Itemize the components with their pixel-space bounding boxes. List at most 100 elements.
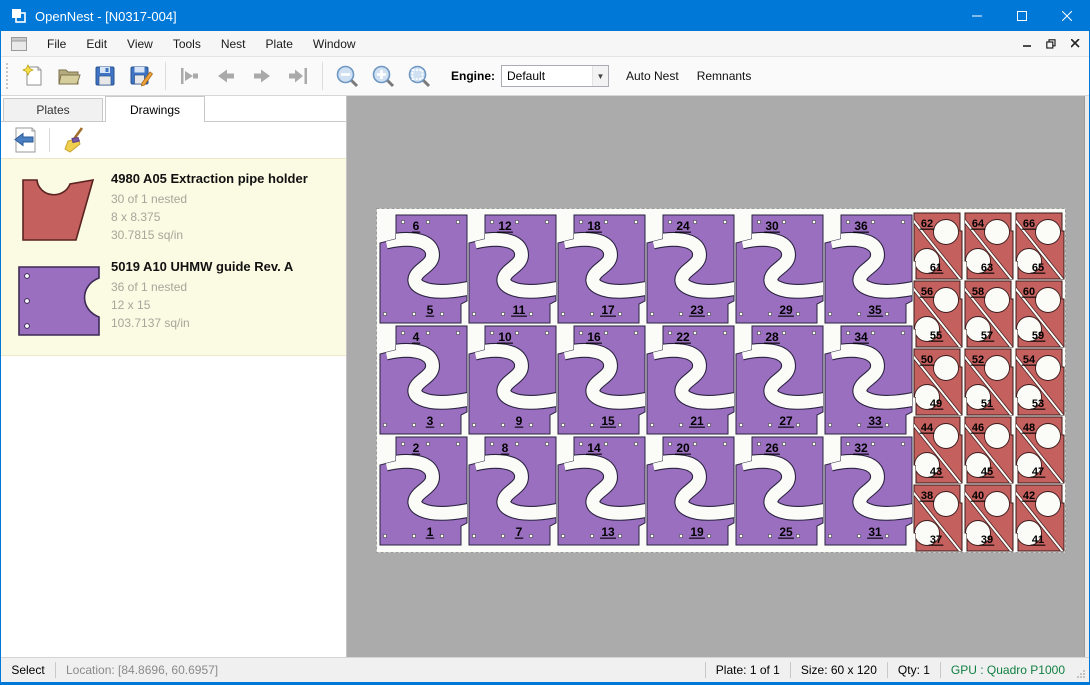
prev-plate-button[interactable]	[208, 60, 244, 92]
nested-part-pair: 5857	[964, 281, 1013, 348]
menu-file[interactable]: File	[37, 31, 76, 56]
status-gpu: GPU : Quadro P1000	[941, 663, 1075, 677]
svg-text:36: 36	[854, 219, 868, 233]
svg-text:40: 40	[972, 490, 984, 502]
svg-text:31: 31	[868, 525, 882, 539]
svg-text:29: 29	[779, 303, 793, 317]
svg-text:56: 56	[921, 286, 933, 298]
open-button[interactable]	[51, 60, 87, 92]
svg-text:26: 26	[765, 441, 779, 455]
app-icon	[11, 8, 27, 24]
svg-text:53: 53	[1032, 398, 1044, 410]
import-drawing-button[interactable]	[9, 125, 41, 155]
menu-edit[interactable]: Edit	[76, 31, 117, 56]
vertical-scrollbar[interactable]	[1084, 96, 1089, 657]
save-as-icon	[129, 64, 153, 88]
svg-text:51: 51	[981, 398, 993, 410]
svg-text:2: 2	[413, 441, 420, 455]
svg-text:18: 18	[587, 219, 601, 233]
drawing-area: 103.7137 sq/in	[111, 314, 340, 332]
drawing-title: 5019 A10 UHMW guide Rev. A	[111, 259, 340, 274]
new-button[interactable]	[15, 60, 51, 92]
tab-drawings[interactable]: Drawings	[105, 96, 205, 122]
nested-part-pair: 52 51	[964, 349, 1013, 416]
resize-grip[interactable]	[1075, 658, 1089, 682]
minimize-button[interactable]	[954, 1, 999, 31]
menu-nest[interactable]: Nest	[211, 31, 256, 56]
broom-icon	[62, 127, 86, 153]
last-plate-button[interactable]	[280, 60, 316, 92]
close-button[interactable]	[1044, 1, 1089, 31]
svg-text:52: 52	[972, 354, 984, 366]
save-as-button[interactable]	[123, 60, 159, 92]
nested-part-pair: 64 63	[964, 213, 1013, 280]
zoom-out-button[interactable]	[329, 60, 365, 92]
import-file-icon	[12, 127, 38, 154]
svg-text:13: 13	[601, 525, 615, 539]
svg-text:16: 16	[587, 330, 601, 344]
svg-text:19: 19	[690, 525, 704, 539]
zoom-fit-icon	[407, 64, 432, 89]
svg-text:48: 48	[1023, 422, 1035, 434]
zoom-fit-button[interactable]	[401, 60, 437, 92]
mdi-restore-button[interactable]	[1041, 35, 1061, 53]
tab-plates[interactable]: Plates	[3, 98, 103, 121]
svg-text:63: 63	[981, 262, 993, 274]
svg-text:55: 55	[930, 330, 942, 342]
nested-part-pair: 5453	[1015, 349, 1064, 416]
svg-text:65: 65	[1032, 262, 1044, 274]
menu-window[interactable]: Window	[303, 31, 366, 56]
zoom-in-button[interactable]	[365, 60, 401, 92]
svg-text:46: 46	[972, 422, 984, 434]
svg-text:45: 45	[981, 466, 993, 478]
nested-part-pair: 48 47	[1015, 417, 1064, 484]
last-arrow-icon	[286, 64, 310, 88]
next-plate-button[interactable]	[244, 60, 280, 92]
svg-text:4: 4	[413, 330, 420, 344]
status-plate: Plate: 1 of 1	[706, 663, 790, 677]
maximize-button[interactable]	[999, 1, 1044, 31]
drawing-size: 8 x 8.375	[111, 208, 340, 226]
svg-text:47: 47	[1032, 466, 1044, 478]
chevron-down-icon[interactable]: ▼	[592, 66, 608, 86]
nested-part-pair: 40 39	[964, 485, 1013, 552]
menu-plate[interactable]: Plate	[256, 31, 303, 56]
svg-text:64: 64	[972, 218, 985, 230]
svg-text:10: 10	[498, 330, 512, 344]
menu-view[interactable]: View	[117, 31, 163, 56]
drawing-nested-count: 36 of 1 nested	[111, 278, 340, 296]
menu-tools[interactable]: Tools	[163, 31, 211, 56]
document-system-icon[interactable]	[11, 37, 27, 51]
nesting-canvas[interactable]: 6512111817242330293635431091615222128273…	[347, 96, 1089, 657]
drawing-thumbnail-red	[11, 171, 107, 245]
drawing-title: 4980 A05 Extraction pipe holder	[111, 171, 340, 186]
nested-part-pair: 5049	[913, 349, 962, 416]
clear-drawings-button[interactable]	[58, 125, 90, 155]
svg-text:39: 39	[981, 534, 993, 546]
drawing-list: 4980 A05 Extraction pipe holder 30 of 1 …	[1, 158, 346, 356]
svg-text:25: 25	[779, 525, 793, 539]
nested-part-pair: 56 55	[913, 281, 962, 348]
nesting-plate[interactable]: 6512111817242330293635431091615222128273…	[376, 208, 1066, 553]
list-item[interactable]: 4980 A05 Extraction pipe holder 30 of 1 …	[1, 165, 346, 253]
svg-text:50: 50	[921, 354, 933, 366]
svg-text:3: 3	[427, 414, 434, 428]
svg-text:44: 44	[921, 422, 934, 434]
mdi-minimize-button[interactable]	[1017, 35, 1037, 53]
save-button[interactable]	[87, 60, 123, 92]
svg-text:17: 17	[601, 303, 615, 317]
first-plate-button[interactable]	[172, 60, 208, 92]
menu-bar: File Edit View Tools Nest Plate Window	[1, 31, 1089, 57]
mdi-close-button[interactable]	[1065, 35, 1085, 53]
list-item[interactable]: 5019 A10 UHMW guide Rev. A 36 of 1 neste…	[1, 253, 346, 347]
panel-tabs: Plates Drawings	[1, 96, 346, 122]
auto-nest-button[interactable]: Auto Nest	[617, 69, 688, 83]
svg-text:28: 28	[765, 330, 779, 344]
svg-text:35: 35	[868, 303, 882, 317]
status-size: Size: 60 x 120	[791, 663, 887, 677]
remnants-button[interactable]: Remnants	[688, 69, 761, 83]
engine-select[interactable]: Default ▼	[501, 65, 609, 87]
svg-text:37: 37	[930, 534, 942, 546]
zoom-out-icon	[335, 64, 360, 89]
svg-text:22: 22	[676, 330, 690, 344]
